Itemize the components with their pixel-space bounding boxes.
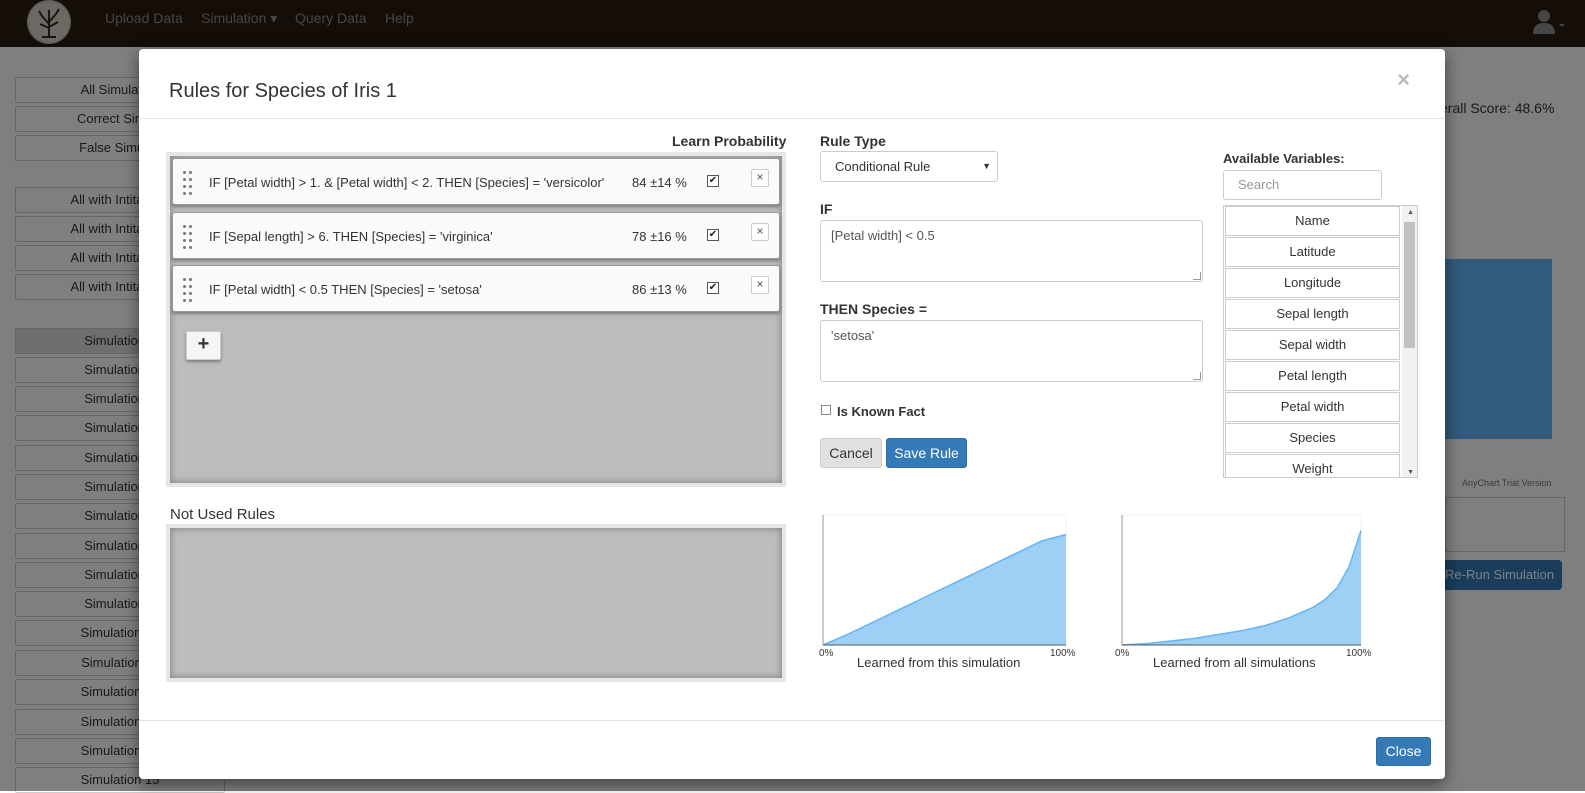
- variable-item[interactable]: Weight: [1225, 454, 1400, 477]
- known-fact-label: Is Known Fact: [837, 404, 926, 419]
- used-rules-area[interactable]: IF [Petal width] > 1. & [Petal width] < …: [166, 152, 786, 487]
- rule-type-value: Conditional Rule: [835, 159, 931, 174]
- if-condition-textarea[interactable]: [Petal width] < 0.5: [820, 220, 1203, 282]
- drag-handle-icon[interactable]: [183, 278, 197, 302]
- x-tick-label: 100%: [1050, 648, 1076, 659]
- variable-item[interactable]: Sepal length: [1225, 299, 1400, 329]
- learn-probability-checkbox[interactable]: ✔: [707, 175, 719, 187]
- remove-rule-button[interactable]: ×: [751, 276, 769, 294]
- chart-caption: Learned from this simulation: [857, 655, 1021, 670]
- cancel-button[interactable]: Cancel: [820, 438, 882, 468]
- scrollbar-thumb[interactable]: [1404, 222, 1415, 348]
- scroll-down-icon[interactable]: ▼: [1407, 469, 1414, 476]
- if-label: IF: [820, 201, 833, 217]
- rule-text: IF [Petal width] < 0.5 THEN [Species] = …: [209, 282, 482, 297]
- available-variables-label: Available Variables:: [1223, 151, 1345, 166]
- variable-item[interactable]: Petal length: [1225, 361, 1400, 391]
- rule-row[interactable]: IF [Petal width] > 1. & [Petal width] < …: [172, 158, 780, 205]
- chart-this-simulation: [821, 513, 1076, 673]
- remove-rule-button[interactable]: ×: [751, 169, 769, 187]
- variable-item[interactable]: Petal width: [1225, 392, 1400, 422]
- rule-text: IF [Sepal length] > 6. THEN [Species] = …: [209, 228, 493, 244]
- learn-probability-checkbox[interactable]: ✔: [707, 282, 719, 294]
- drag-handle-icon[interactable]: [183, 171, 197, 195]
- resize-handle-icon[interactable]: [1193, 372, 1201, 380]
- resize-handle-icon[interactable]: [1193, 272, 1201, 280]
- rule-type-select[interactable]: Conditional Rule ▼: [820, 151, 998, 182]
- if-condition-value: [Petal width] < 0.5: [831, 228, 935, 243]
- chart-caption: Learned from all simulations: [1153, 655, 1316, 670]
- rule-probability: 86 ±13 %: [632, 282, 687, 297]
- scroll-up-icon[interactable]: ▲: [1407, 209, 1414, 216]
- variable-item[interactable]: Species: [1225, 423, 1400, 453]
- rules-modal: Rules for Species of Iris 1 × Learn Prob…: [139, 49, 1445, 779]
- not-used-rules-label: Not Used Rules: [170, 506, 276, 523]
- add-rule-button[interactable]: +: [186, 331, 221, 360]
- remove-rule-button[interactable]: ×: [751, 222, 769, 241]
- variables-list: Name Latitude Longitude Sepal length Sepal w…: [1223, 205, 1418, 478]
- rule-probability: 78 ±16 %: [632, 228, 687, 244]
- modal-title: Rules for Species of Iris 1: [169, 80, 397, 102]
- x-tick-label: 0%: [819, 648, 834, 659]
- drag-handle-icon[interactable]: [183, 224, 197, 249]
- x-tick-label: 100%: [1346, 648, 1372, 659]
- known-fact-checkbox[interactable]: [821, 405, 831, 415]
- learn-probability-checkbox[interactable]: ✔: [707, 228, 719, 241]
- variable-item[interactable]: Name: [1225, 206, 1400, 236]
- x-tick-label: 0%: [1115, 648, 1130, 659]
- rule-type-label: Rule Type: [820, 133, 886, 149]
- area-series: [1122, 530, 1361, 645]
- not-used-rules-area[interactable]: [166, 524, 786, 682]
- caret-down-icon: ▼: [982, 161, 991, 171]
- variable-search-input[interactable]: Search: [1223, 170, 1382, 200]
- rule-probability: 84 ±14 %: [632, 175, 687, 190]
- modal-header: Rules for Species of Iris 1 ×: [139, 49, 1445, 119]
- variables-scrollbar[interactable]: ▲ ▼: [1402, 206, 1417, 477]
- rule-row[interactable]: IF [Petal width] < 0.5 THEN [Species] = …: [172, 265, 780, 312]
- rule-row[interactable]: IF [Sepal length] > 6. THEN [Species] = …: [172, 211, 780, 259]
- close-button[interactable]: Close: [1376, 737, 1431, 766]
- then-value: 'setosa': [831, 328, 875, 343]
- modal-footer: Close: [139, 720, 1445, 779]
- then-value-textarea[interactable]: 'setosa': [820, 320, 1203, 382]
- variable-item[interactable]: Sepal width: [1225, 330, 1400, 360]
- close-icon[interactable]: ×: [1397, 67, 1410, 93]
- learn-probability-header: Learn Probability: [672, 133, 787, 149]
- save-rule-button[interactable]: Save Rule: [886, 438, 967, 468]
- variable-item[interactable]: Latitude: [1225, 237, 1400, 267]
- variable-item[interactable]: Longitude: [1225, 268, 1400, 298]
- then-label: THEN Species =: [820, 301, 927, 317]
- chart-all-simulations: [1116, 513, 1371, 673]
- rule-text: IF [Petal width] > 1. & [Petal width] < …: [209, 175, 605, 190]
